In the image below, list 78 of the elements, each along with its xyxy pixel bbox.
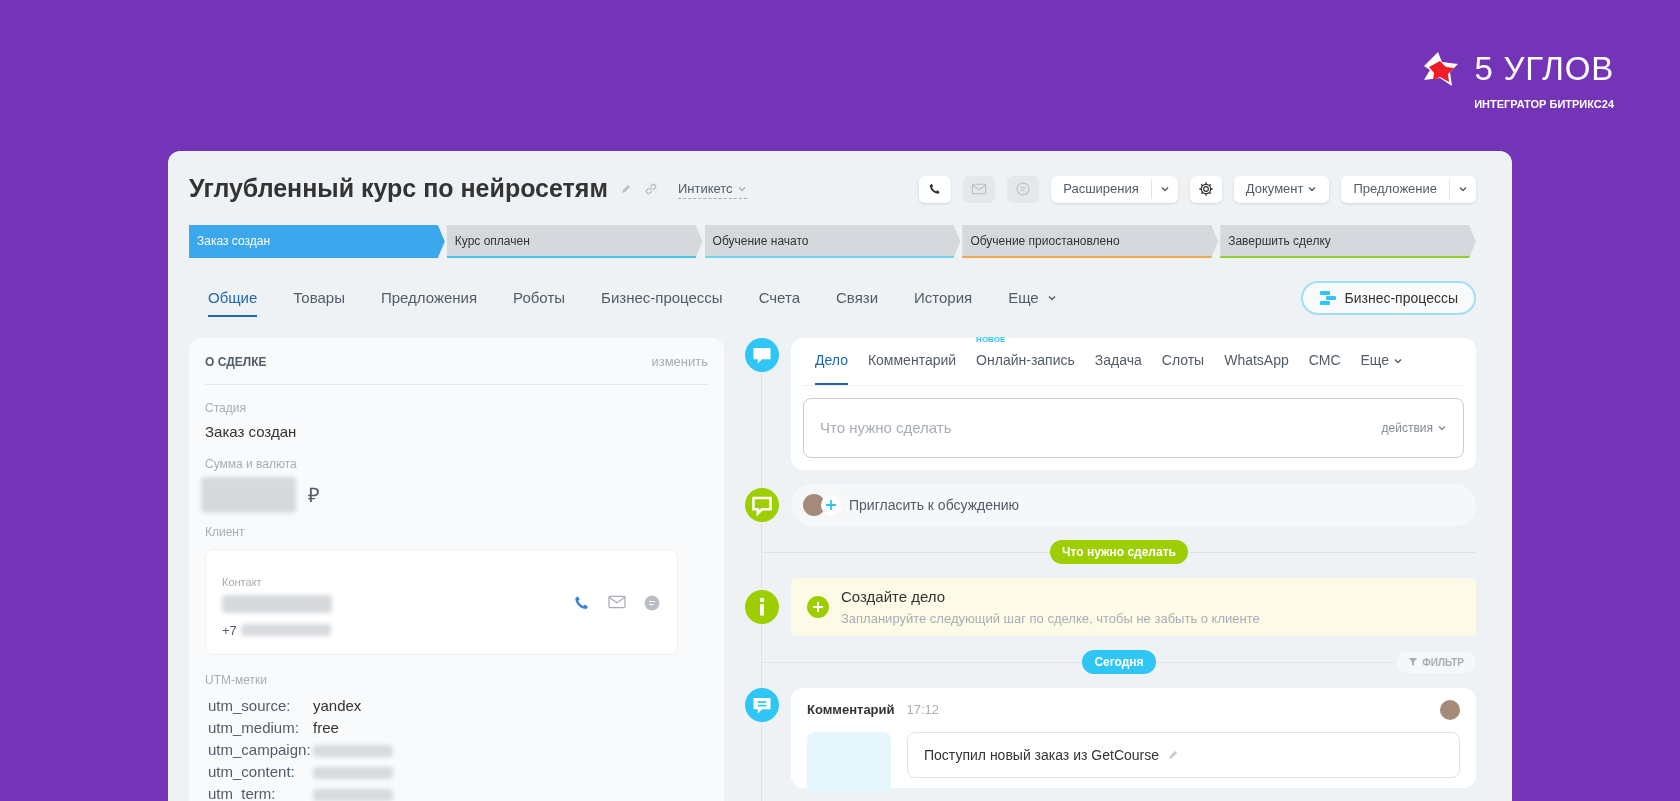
phone-button[interactable] xyxy=(919,175,952,203)
chevron-icon xyxy=(1307,184,1318,194)
utm-key: utm_source: xyxy=(208,695,313,718)
field-label: Сумма и валюта xyxy=(205,456,298,473)
utm-value: free xyxy=(313,718,339,739)
settings-button[interactable] xyxy=(1189,175,1222,203)
composer-tab[interactable]: Еще xyxy=(1360,350,1403,385)
stage-step[interactable]: Обучение начато xyxy=(704,225,961,258)
chevron-icon xyxy=(1159,184,1170,194)
composer-tab[interactable]: Слоты xyxy=(1161,350,1205,385)
deal-tab[interactable]: Товары xyxy=(293,278,345,318)
chat-icon xyxy=(1015,181,1032,197)
plus-icon xyxy=(821,495,841,515)
composer-tab[interactable]: СМС xyxy=(1308,350,1341,385)
invite-text: Пригласить к обсуждению xyxy=(849,495,1020,515)
settings-icon xyxy=(1197,181,1214,197)
deal-tab[interactable]: Еще xyxy=(1008,278,1057,318)
comment-text: Поступил новый заказ из GetCourse xyxy=(924,745,1159,765)
chevron-icon xyxy=(1046,293,1057,303)
timeline-divider-label: Сегодня xyxy=(1082,650,1156,674)
link-icon[interactable] xyxy=(643,182,658,196)
actions-dropdown[interactable]: действия xyxy=(1381,419,1447,437)
utm-value: yandex xyxy=(313,696,362,717)
category-dropdown[interactable]: Интикетс xyxy=(677,178,747,200)
phone-icon[interactable] xyxy=(573,594,591,612)
field-label: Клиент xyxy=(205,524,246,541)
field-label: Контакт xyxy=(222,575,263,590)
card-title: Создайте дело xyxy=(841,587,947,607)
comment-title: Комментарий xyxy=(807,701,895,720)
filter-icon xyxy=(1408,657,1419,667)
new-label: НОВОЕ xyxy=(976,334,1006,346)
split-button[interactable]: Предложение xyxy=(1341,175,1476,203)
stage-step[interactable]: Курс оплачен xyxy=(446,225,703,258)
deal-tab[interactable]: Предложения xyxy=(380,278,478,318)
section-heading: О СДЕЛКЕ xyxy=(205,353,267,371)
field-label: UTM-метки xyxy=(205,672,268,689)
card-subtitle: Запланируйте следующий шаг по сделке, чтобы не забыть о клиенте xyxy=(841,609,1260,628)
currency-sign: ₽ xyxy=(308,483,320,508)
split-button[interactable]: Расширения xyxy=(1051,175,1178,203)
avatar xyxy=(803,494,825,516)
dropdown-button[interactable]: Документ xyxy=(1233,175,1330,203)
avatar xyxy=(1440,700,1460,720)
composer-tab[interactable]: Комментарий xyxy=(867,350,957,385)
pencil-icon[interactable] xyxy=(619,183,632,195)
chevron-icon xyxy=(1458,184,1468,194)
deal-title: Углубленный курс по нейросетям xyxy=(189,173,608,205)
plus-icon[interactable] xyxy=(807,596,829,618)
deal-tab[interactable]: Общие xyxy=(208,278,258,318)
chat-icon[interactable] xyxy=(643,594,661,612)
deal-tab[interactable]: Связи xyxy=(836,278,878,318)
deal-tab[interactable]: Роботы xyxy=(513,278,566,318)
stage-step[interactable]: Обучение приостановлено xyxy=(962,225,1219,258)
deal-tab[interactable]: История xyxy=(914,278,973,318)
stage-step[interactable]: Завершить сделку xyxy=(1220,225,1476,258)
comment-time: 17:12 xyxy=(906,701,940,720)
field-value: Заказ создан xyxy=(205,421,298,442)
composer-tab[interactable]: Дело xyxy=(815,350,848,385)
phone-prefix: +7 xyxy=(222,621,237,640)
utm-key: utm_campaign: xyxy=(208,739,313,762)
brand-tagline: ИНТЕГРАТОР БИТРИКС24 xyxy=(1474,97,1614,112)
workflow-icon xyxy=(1318,290,1337,306)
todo-input[interactable]: Что нужно сделать действия xyxy=(803,398,1464,458)
mail-icon xyxy=(971,182,988,196)
mail-icon[interactable] xyxy=(607,594,627,610)
timeline-divider-label: Что нужно сделать xyxy=(1050,540,1188,564)
field-label: Стадия xyxy=(205,399,247,417)
invite-bar[interactable]: Пригласить к обсуждению xyxy=(791,484,1476,526)
utm-key: utm_term: xyxy=(208,783,313,801)
pencil-icon[interactable] xyxy=(1167,749,1179,761)
deal-tab[interactable]: Бизнес-процессы xyxy=(601,278,723,318)
utm-key: utm_content: xyxy=(208,761,313,784)
business-process-button[interactable]: Бизнес-процессы xyxy=(1300,281,1476,315)
composer-tab[interactable]: WhatsApp xyxy=(1224,350,1289,385)
composer-tab[interactable]: Задача xyxy=(1094,350,1142,385)
chevron-icon xyxy=(1437,423,1447,433)
deal-tab[interactable]: Счета xyxy=(758,278,800,318)
brand-name: 5 УГЛОВ xyxy=(1474,51,1614,85)
utm-key: utm_medium: xyxy=(208,717,313,740)
